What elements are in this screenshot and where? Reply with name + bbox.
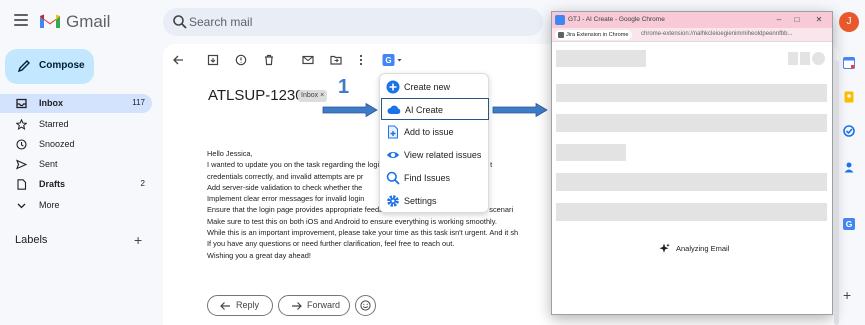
search-icon[interactable] bbox=[172, 14, 188, 30]
annotation-arrow-1 bbox=[322, 103, 378, 117]
email-subject: ATLSUP-1230 bbox=[208, 87, 304, 104]
skeleton-block bbox=[788, 52, 798, 65]
inbox-label-chip[interactable]: Inbox × bbox=[298, 90, 328, 102]
back-arrow-icon[interactable] bbox=[172, 54, 184, 66]
menu-item-settings[interactable]: Settings bbox=[381, 190, 489, 212]
document-plus-icon bbox=[388, 125, 398, 139]
archive-icon[interactable] bbox=[207, 54, 219, 66]
labels-heading: Labels bbox=[15, 234, 48, 246]
search-icon bbox=[386, 171, 400, 185]
star-icon bbox=[16, 119, 27, 130]
popup-address-bar: Jira Extension in Chrome chrome-extensio… bbox=[552, 28, 832, 42]
reply-button[interactable]: Reply bbox=[207, 295, 273, 316]
site-info-chip[interactable]: Jira Extension in Chrome bbox=[555, 30, 632, 40]
inbox-icon bbox=[16, 98, 27, 109]
clock-icon bbox=[16, 139, 27, 150]
minimize-icon[interactable]: – bbox=[774, 15, 784, 25]
screen: Gmail Search mail Compose Inbox 117 Star… bbox=[0, 0, 865, 325]
tasks-icon[interactable] bbox=[843, 125, 855, 137]
menu-item-create-new[interactable]: Create new bbox=[381, 76, 489, 98]
compose-button[interactable]: Compose bbox=[5, 49, 94, 84]
get-addons-icon[interactable]: + bbox=[843, 287, 851, 303]
contacts-icon[interactable] bbox=[843, 161, 855, 173]
search-bar[interactable]: Search mail bbox=[163, 8, 543, 36]
gmail-brand: Gmail bbox=[66, 12, 111, 31]
sidebar-item-starred[interactable]: Starred bbox=[0, 115, 152, 134]
pencil-icon bbox=[17, 60, 30, 73]
skeleton-block bbox=[556, 114, 827, 132]
popup-url: chrome-extension://nalhkcleioegienimmihe… bbox=[641, 31, 793, 37]
popup-title-bar[interactable]: GTJ - AI Create - Google Chrome – □ ✕ bbox=[552, 12, 832, 28]
annotation-arrow-2 bbox=[492, 103, 548, 117]
skeleton-block bbox=[800, 52, 810, 65]
chevron-down-icon bbox=[17, 203, 26, 209]
menu-item-ai-create[interactable]: AI Create bbox=[381, 98, 489, 120]
move-to-icon[interactable] bbox=[330, 54, 342, 66]
step-number: 1 bbox=[338, 76, 350, 98]
skeleton-block bbox=[556, 144, 626, 161]
menu-item-find-issues[interactable]: Find Issues bbox=[381, 167, 489, 189]
jira-extension-icon[interactable]: G bbox=[382, 54, 404, 66]
sidebar-item-inbox[interactable]: Inbox 117 bbox=[0, 94, 152, 113]
forward-button[interactable]: Forward bbox=[278, 295, 350, 316]
svg-text:G: G bbox=[385, 56, 391, 65]
jira-addon-icon[interactable]: G bbox=[843, 218, 855, 230]
scrollbar[interactable] bbox=[834, 60, 839, 325]
menu-item-view-related-issues[interactable]: View related issues bbox=[381, 144, 489, 166]
jira-extension-menu: Create new AI Create Add to issue View r… bbox=[379, 73, 489, 213]
report-spam-icon[interactable] bbox=[235, 54, 247, 66]
forward-icon bbox=[292, 302, 302, 310]
sidebar-item-more[interactable]: More bbox=[0, 196, 152, 215]
draft-icon bbox=[17, 179, 27, 190]
add-label-icon[interactable]: + bbox=[134, 232, 142, 248]
gmail-logo-icon[interactable] bbox=[39, 12, 61, 30]
main-menu-icon[interactable] bbox=[14, 14, 28, 26]
extension-icon bbox=[558, 32, 564, 38]
more-options-icon[interactable] bbox=[355, 54, 367, 66]
trash-icon[interactable] bbox=[263, 54, 275, 66]
skeleton-block bbox=[812, 52, 825, 65]
ai-cloud-icon bbox=[387, 105, 401, 114]
maximize-icon[interactable]: □ bbox=[792, 15, 802, 25]
skeleton-block bbox=[556, 203, 827, 221]
calendar-icon[interactable] bbox=[843, 57, 855, 69]
sidebar-item-sent[interactable]: Sent bbox=[0, 155, 152, 174]
gear-icon bbox=[387, 195, 399, 207]
avatar[interactable]: J bbox=[839, 12, 859, 32]
skeleton-block bbox=[556, 50, 646, 67]
skeleton-block bbox=[556, 173, 827, 191]
eye-icon bbox=[386, 151, 400, 159]
keep-icon[interactable] bbox=[843, 91, 855, 103]
mark-unread-icon[interactable] bbox=[302, 54, 314, 66]
plus-circle-icon bbox=[386, 80, 400, 94]
emoji-reaction-button[interactable] bbox=[355, 295, 376, 316]
reply-icon bbox=[220, 302, 230, 310]
skeleton-block bbox=[556, 84, 827, 102]
sidebar-item-drafts[interactable]: Drafts 2 bbox=[0, 175, 152, 194]
search-input[interactable]: Search mail bbox=[189, 15, 252, 29]
svg-text:G: G bbox=[846, 219, 853, 229]
app-icon bbox=[555, 15, 565, 25]
close-icon[interactable]: ✕ bbox=[814, 15, 824, 25]
smiley-icon bbox=[360, 300, 371, 311]
sparkle-icon bbox=[659, 243, 670, 253]
menu-item-add-to-issue[interactable]: Add to issue bbox=[381, 121, 489, 143]
sidebar-item-snoozed[interactable]: Snoozed bbox=[0, 135, 152, 154]
send-icon bbox=[16, 159, 27, 170]
ai-create-popup-window: GTJ - AI Create - Google Chrome – □ ✕ Ji… bbox=[551, 11, 833, 315]
